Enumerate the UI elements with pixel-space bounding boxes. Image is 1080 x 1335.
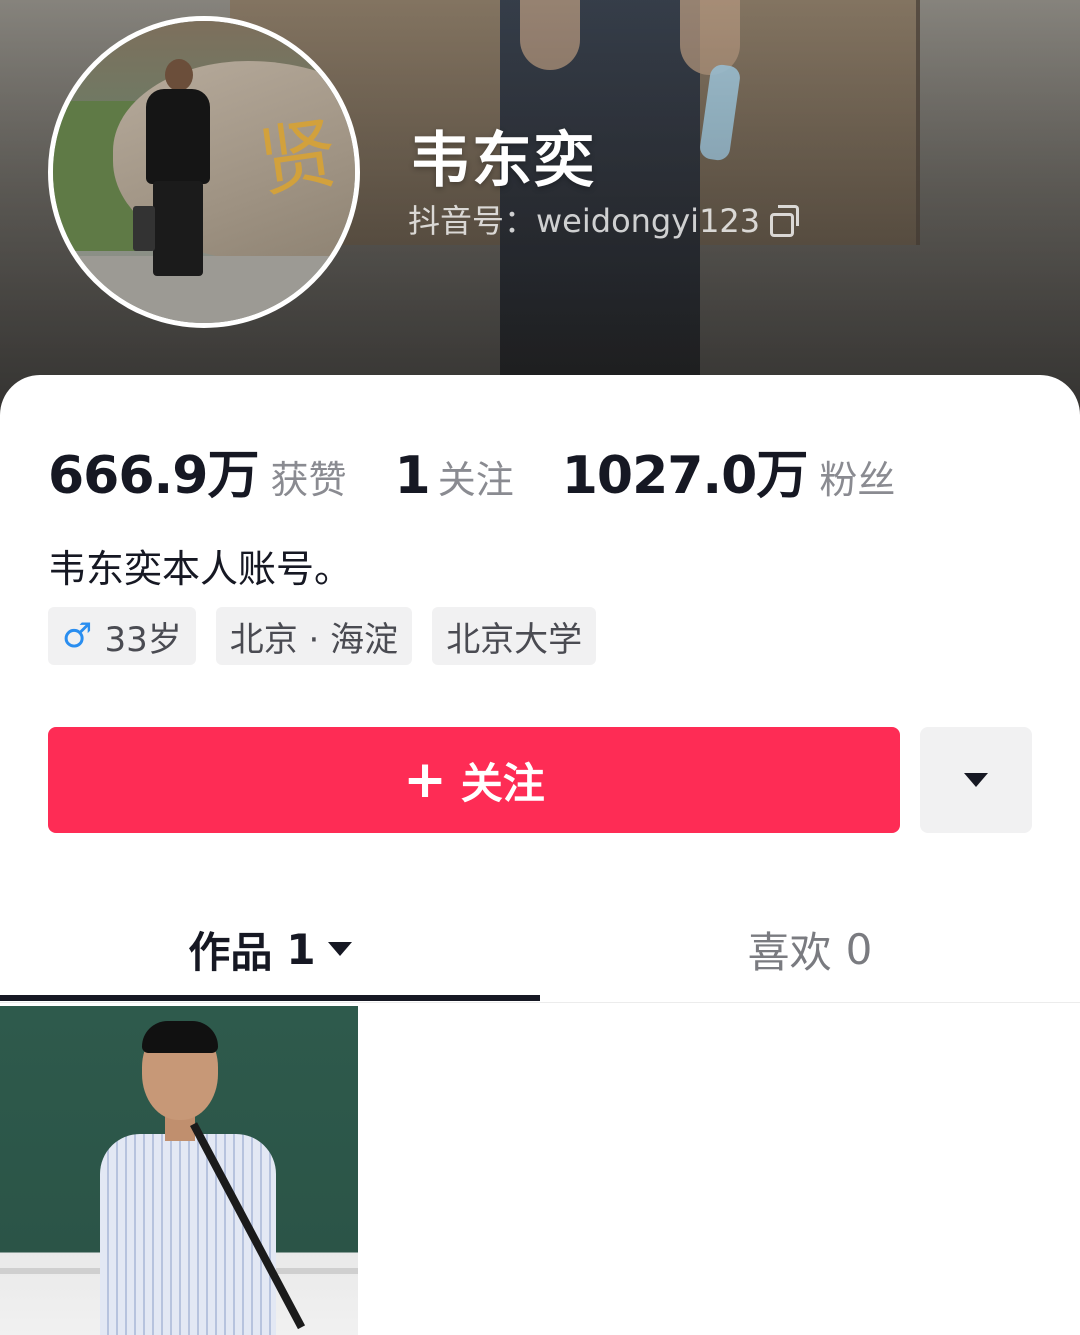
avatar[interactable]: 贤 bbox=[48, 16, 360, 328]
video-thumbnail[interactable] bbox=[0, 1006, 358, 1335]
stat-label: 关注 bbox=[437, 458, 514, 502]
profile-card: 666.9万 获赞 1 关注 1027.0万 粉丝 韦东奕本人账号。 ♂ 33岁… bbox=[0, 375, 1080, 1335]
profile-name: 韦东奕 bbox=[410, 126, 596, 196]
thumb-person-hair bbox=[142, 1021, 218, 1053]
more-options-button[interactable] bbox=[920, 727, 1032, 833]
tag-age: 33岁 bbox=[104, 619, 182, 660]
profile-bio: 韦东奕本人账号。 bbox=[48, 547, 353, 591]
male-icon: ♂ bbox=[62, 616, 93, 656]
avatar-figure-bag bbox=[133, 206, 155, 251]
caret-down-icon[interactable] bbox=[327, 942, 352, 956]
caret-down-icon bbox=[964, 773, 988, 787]
tag-school-text: 北京大学 bbox=[446, 619, 583, 660]
profile-tags: ♂ 33岁 北京 · 海淀 北京大学 bbox=[48, 607, 597, 665]
tab-works-label: 作品 bbox=[188, 927, 273, 977]
avatar-figure-body bbox=[146, 89, 210, 184]
stat-value: 1027.0万 bbox=[561, 446, 809, 506]
active-tab-indicator bbox=[0, 995, 540, 1001]
stat-label: 获赞 bbox=[270, 458, 347, 502]
tag-location[interactable]: 北京 · 海淀 bbox=[215, 607, 413, 665]
tag-gender-age: ♂ 33岁 bbox=[48, 607, 196, 665]
avatar-figure-head bbox=[165, 59, 193, 91]
stat-followers[interactable]: 1027.0万 粉丝 bbox=[562, 433, 896, 508]
avatar-figure-legs bbox=[153, 181, 203, 276]
tab-works-count: 1 bbox=[286, 924, 316, 974]
tab-likes-count: 0 bbox=[845, 924, 873, 974]
stat-value: 666.9万 bbox=[48, 446, 259, 506]
stat-likes[interactable]: 666.9万 获赞 bbox=[48, 433, 347, 508]
stat-value: 1 bbox=[394, 446, 431, 506]
tab-likes-label: 喜欢 bbox=[747, 927, 832, 977]
follow-button[interactable]: + 关注 bbox=[48, 727, 900, 833]
content-tabs: 作品 1 喜欢 0 bbox=[0, 895, 1080, 1003]
stats-row: 666.9万 获赞 1 关注 1027.0万 粉丝 bbox=[48, 433, 943, 508]
stat-label: 粉丝 bbox=[819, 458, 896, 502]
avatar-rock-inscription: 贤 bbox=[253, 108, 343, 209]
avatar-bg-ground bbox=[53, 256, 355, 323]
tab-likes[interactable]: 喜欢 0 bbox=[540, 895, 1080, 1003]
tab-works[interactable]: 作品 1 bbox=[0, 895, 540, 1003]
tag-location-text: 北京 · 海淀 bbox=[229, 619, 399, 660]
copy-icon[interactable] bbox=[770, 205, 800, 237]
tag-school[interactable]: 北京大学 bbox=[432, 607, 597, 665]
stat-following[interactable]: 1 关注 bbox=[395, 446, 514, 506]
plus-icon: + bbox=[403, 750, 447, 810]
handle-text: 抖音号：weidongyi123 bbox=[408, 202, 761, 240]
handle-row[interactable]: 抖音号：weidongyi123 bbox=[408, 196, 800, 242]
follow-button-label: 关注 bbox=[460, 758, 545, 808]
